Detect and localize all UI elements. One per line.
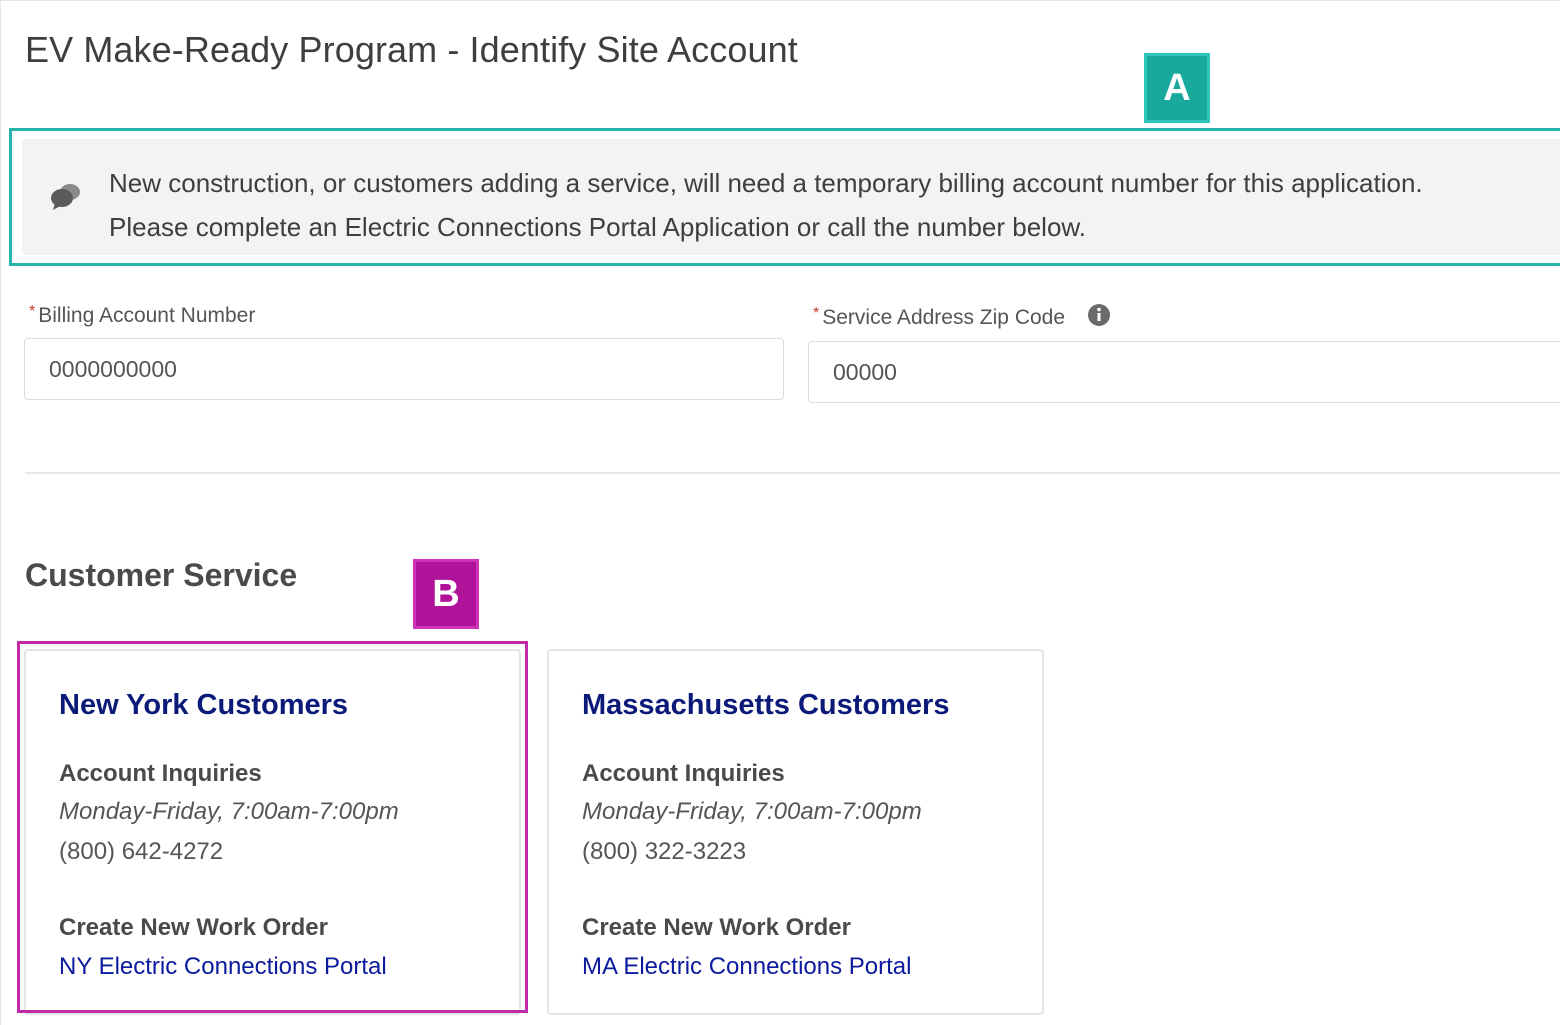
- ny-customers-card: New York Customers Account Inquiries Mon…: [24, 649, 521, 1015]
- zip-code-input[interactable]: [808, 341, 1560, 403]
- section-divider: [25, 472, 1560, 474]
- phone-number: (800) 642-4272: [59, 838, 224, 865]
- card-title: New York Customers: [59, 689, 349, 721]
- hours-text: Monday-Friday, 7:00am-7:00pm: [582, 798, 922, 825]
- ma-customers-card: Massachusetts Customers Account Inquirie…: [547, 649, 1044, 1015]
- billing-account-input[interactable]: [24, 338, 784, 400]
- card-title: Massachusetts Customers: [582, 689, 950, 721]
- ny-portal-link[interactable]: NY Electric Connections Portal: [59, 953, 387, 981]
- notice-highlight-a: New construction, or customers adding a …: [9, 128, 1560, 266]
- zip-code-label: * Service Address Zip Code: [813, 303, 1111, 330]
- notice-banner: New construction, or customers adding a …: [22, 139, 1560, 255]
- page-title: EV Make-Ready Program - Identify Site Ac…: [25, 29, 798, 70]
- work-order-label: Create New Work Order: [59, 914, 328, 941]
- work-order-label: Create New Work Order: [582, 914, 851, 941]
- account-inquiries-label: Account Inquiries: [59, 760, 262, 787]
- customer-service-title: Customer Service: [25, 557, 298, 593]
- required-marker: *: [29, 303, 36, 320]
- billing-account-label-text: Billing Account Number: [38, 304, 256, 327]
- billing-account-label: * Billing Account Number: [29, 303, 255, 328]
- callout-badge-b: B: [413, 559, 479, 629]
- chat-bubbles-icon: [50, 181, 84, 211]
- hours-text: Monday-Friday, 7:00am-7:00pm: [59, 798, 399, 825]
- notice-text: New construction, or customers adding a …: [109, 168, 1423, 242]
- required-marker: *: [813, 305, 820, 322]
- ma-portal-link[interactable]: MA Electric Connections Portal: [582, 953, 911, 981]
- info-icon[interactable]: [1087, 303, 1111, 327]
- page: EV Make-Ready Program - Identify Site Ac…: [0, 0, 1560, 1025]
- account-inquiries-label: Account Inquiries: [582, 760, 785, 787]
- phone-number: (800) 322-3223: [582, 838, 747, 865]
- callout-badge-a: A: [1144, 53, 1210, 123]
- zip-code-label-text: Service Address Zip Code: [822, 306, 1066, 329]
